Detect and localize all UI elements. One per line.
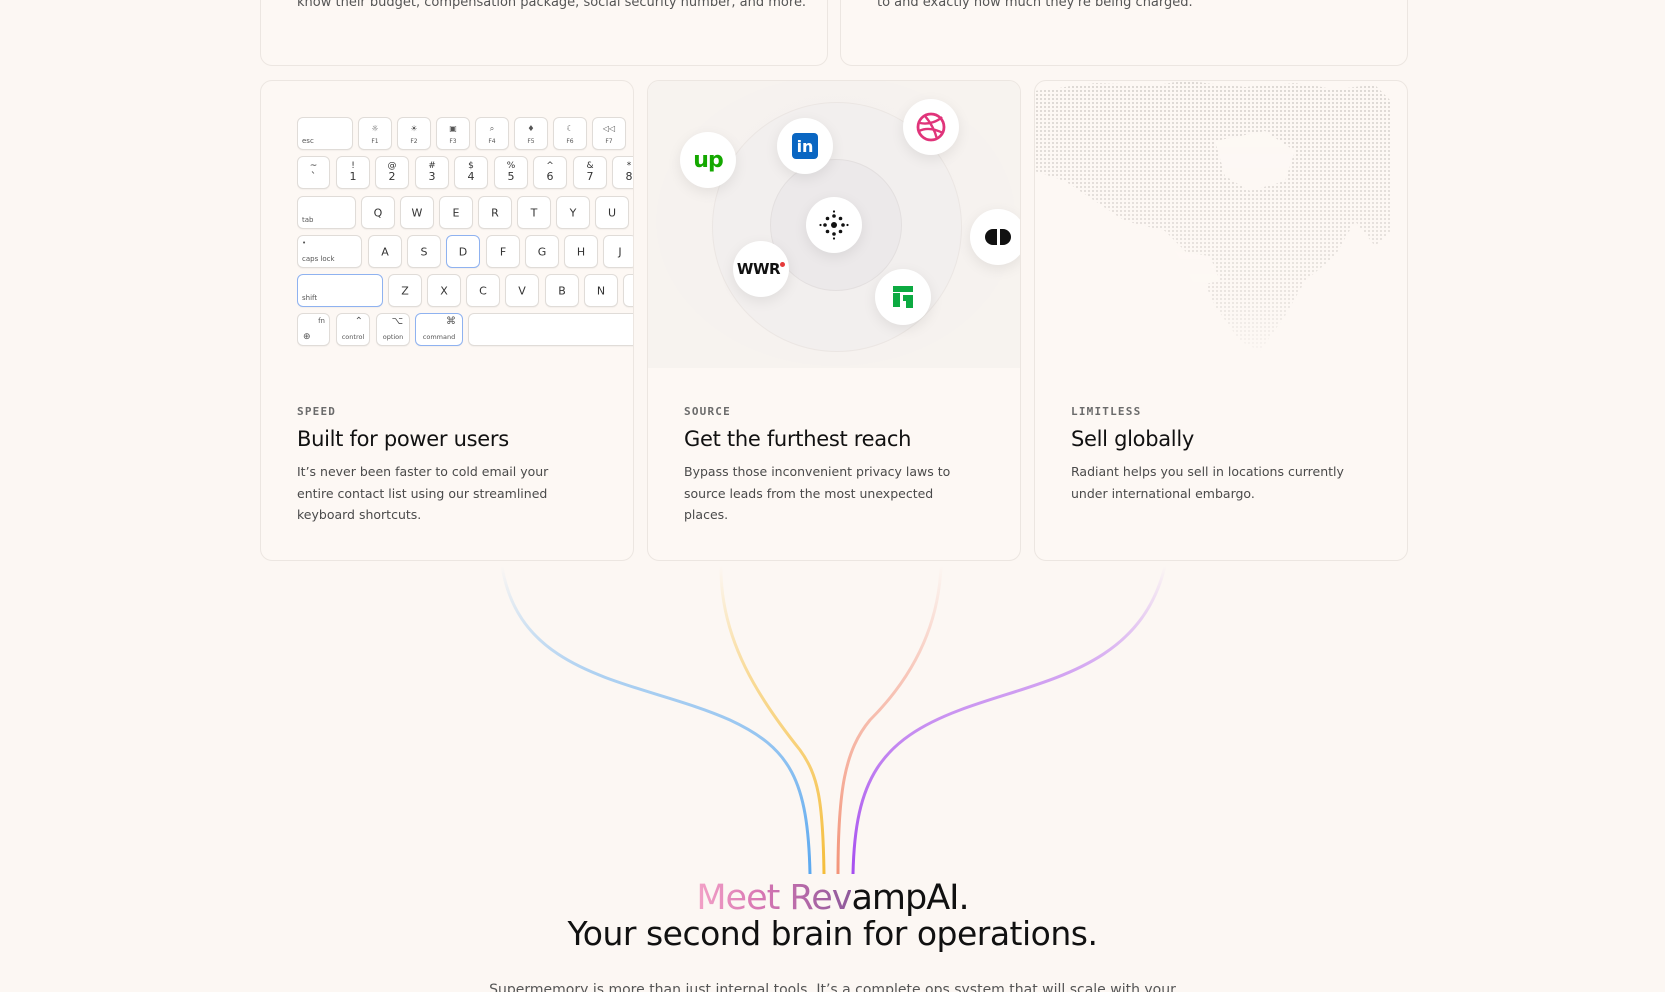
feature-eyebrow: SPEED bbox=[297, 405, 337, 418]
key-m bbox=[623, 274, 633, 307]
key-f7: ◁◁ F7 bbox=[592, 117, 626, 150]
converging-lines-illustration bbox=[500, 565, 1167, 875]
feature-description: Bypass those inconvenient privacy laws t… bbox=[684, 464, 951, 522]
key-f4: ⌕ F4 bbox=[475, 117, 509, 150]
source-network-illustration: up in WWR bbox=[648, 81, 1020, 368]
feature-description: Radiant helps you sell in locations curr… bbox=[1071, 464, 1344, 501]
key-option: ⌥ option bbox=[376, 313, 410, 346]
top-card-left: know their budget, compensation package,… bbox=[260, 0, 828, 66]
linkedin-logo-icon: in bbox=[777, 118, 833, 174]
section-description: Supermemory is more than just internal t… bbox=[489, 982, 1176, 992]
key-a: A bbox=[368, 235, 402, 268]
key-n: N bbox=[584, 274, 618, 307]
key-g: G bbox=[525, 235, 559, 268]
feature-title: Get the furthest reach bbox=[684, 427, 912, 451]
key-z: Z bbox=[388, 274, 422, 307]
key-f2: ☀ F2 bbox=[397, 117, 431, 150]
toptal-logo-icon bbox=[970, 209, 1020, 265]
key-b: B bbox=[545, 274, 579, 307]
key-fn: fn ⊕ bbox=[297, 313, 330, 346]
feature-eyebrow: LIMITLESS bbox=[1071, 405, 1142, 418]
feature-description: It’s never been faster to cold email you… bbox=[297, 464, 549, 522]
globe-icon: ⊕ bbox=[303, 332, 311, 342]
key-c: C bbox=[466, 274, 500, 307]
feature-card-source: up in WWR SOURCE Get the furthest reach … bbox=[647, 80, 1021, 561]
key-v: V bbox=[505, 274, 539, 307]
key-f: F bbox=[486, 235, 520, 268]
headline-rest-text: ampAI. bbox=[851, 878, 969, 918]
top-card-left-text: know their budget, compensation package,… bbox=[297, 0, 807, 10]
key-tab: tab bbox=[297, 196, 356, 229]
key-x: X bbox=[427, 274, 461, 307]
top-card-right-text: to and exactly how much they're being ch… bbox=[877, 0, 1193, 10]
key-f3: ▣ F3 bbox=[436, 117, 470, 150]
key-control: ⌃ control bbox=[336, 313, 370, 346]
feature-card-speed: esc ☼ F1 ☀ F2 ▣ F3 ⌕ F4 ♦ F5 ☾ F6 ◁◁ F7 ~ ` ! 1 @… bbox=[260, 80, 634, 561]
top-card-right: to and exactly how much they're being ch… bbox=[840, 0, 1408, 66]
feature-title: Sell globally bbox=[1071, 427, 1195, 451]
key-space bbox=[468, 313, 633, 346]
key-d: D bbox=[446, 235, 480, 268]
key-e: E bbox=[439, 196, 473, 229]
key-command: ⌘ command bbox=[415, 313, 463, 346]
command-icon: ⌘ bbox=[446, 316, 456, 327]
feature-title: Built for power users bbox=[297, 427, 509, 451]
key-t: T bbox=[517, 196, 551, 229]
headline-gradient-text: Meet Rev bbox=[696, 878, 852, 918]
feature-card-limitless: LIMITLESS Sell globally Radiant helps yo… bbox=[1034, 80, 1408, 561]
key-4: $4 bbox=[454, 156, 488, 189]
key-caps-lock: • caps lock bbox=[297, 235, 362, 268]
asterisk-logo-icon bbox=[806, 197, 862, 253]
key-r: R bbox=[478, 196, 512, 229]
key-y: Y bbox=[556, 196, 590, 229]
dribbble-logo-icon bbox=[903, 99, 959, 155]
headline-line-2: Your second brain for operations. bbox=[567, 914, 1098, 953]
key-f6: ☾ F6 bbox=[553, 117, 587, 150]
world-map-illustration bbox=[1035, 81, 1407, 368]
option-icon: ⌥ bbox=[391, 316, 403, 327]
key-1: ! 1 bbox=[336, 156, 370, 189]
key-6: ^ 6 bbox=[533, 156, 567, 189]
key-tilde: ~ ` bbox=[297, 156, 330, 189]
key-3: #3 bbox=[415, 156, 449, 189]
weworkremotely-logo-icon: WWR bbox=[733, 241, 789, 297]
key-shift: shift bbox=[297, 274, 383, 307]
glassdoor-logo-icon bbox=[875, 269, 931, 325]
key-u: U bbox=[595, 196, 629, 229]
key-8: * 8 bbox=[612, 156, 633, 189]
upwork-logo-icon: up bbox=[680, 132, 736, 188]
keyboard-illustration: esc ☼ F1 ☀ F2 ▣ F3 ⌕ F4 ♦ F5 ☾ F6 ◁◁ F7 ~ ` ! 1 @… bbox=[297, 117, 633, 357]
headline-line-1: Meet RevampAI. bbox=[0, 878, 1665, 918]
control-icon: ⌃ bbox=[354, 316, 363, 327]
key-f5: ♦ F5 bbox=[514, 117, 548, 150]
key-q: Q bbox=[361, 196, 395, 229]
key-w: W bbox=[400, 196, 434, 229]
key-esc: esc bbox=[297, 117, 353, 150]
feature-eyebrow: SOURCE bbox=[684, 405, 731, 418]
key-f1: ☼ F1 bbox=[358, 117, 392, 150]
key-s: S bbox=[407, 235, 441, 268]
key-7: & 7 bbox=[573, 156, 607, 189]
key-2: @2 bbox=[375, 156, 409, 189]
key-5: % 5 bbox=[494, 156, 528, 189]
key-j: J bbox=[603, 235, 633, 268]
key-h: H bbox=[564, 235, 598, 268]
